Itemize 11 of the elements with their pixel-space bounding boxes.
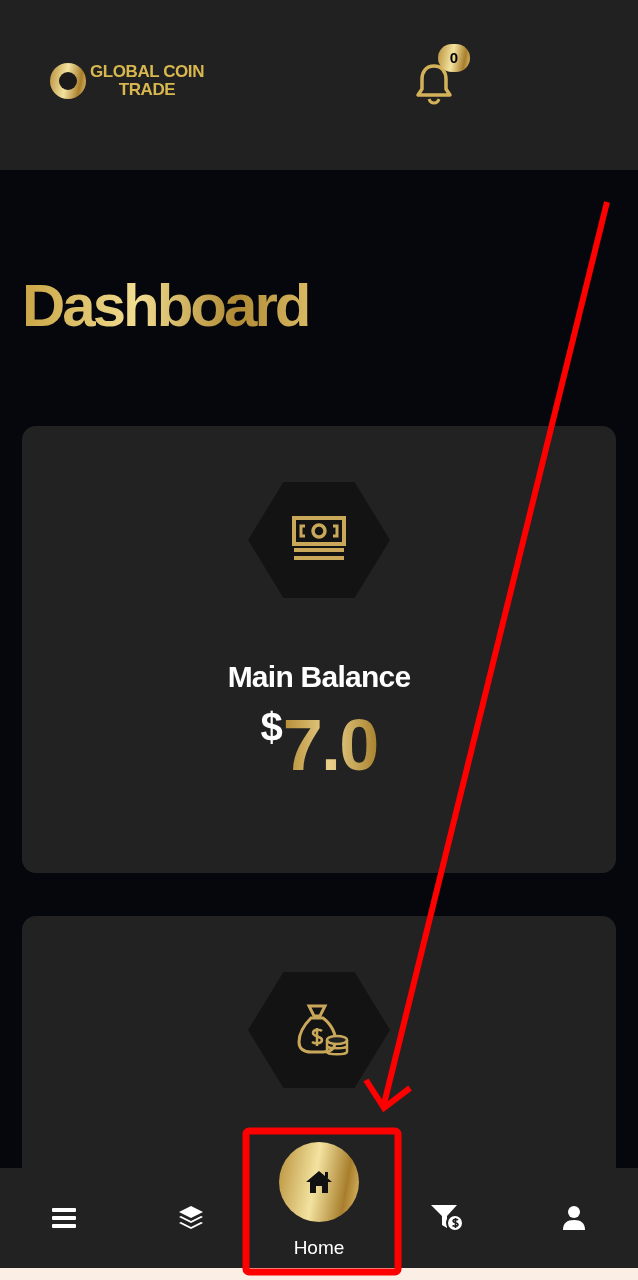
- notification-badge: 0: [438, 44, 470, 72]
- balance-label: Main Balance: [227, 659, 411, 695]
- menu-icon: [51, 1207, 76, 1229]
- logo-text: GLOBAL COIN TRADE: [90, 63, 204, 99]
- funnel-dollar-icon: [429, 1204, 464, 1232]
- user-icon: [562, 1205, 587, 1231]
- bell-icon[interactable]: [414, 62, 454, 106]
- layers-icon: [178, 1205, 205, 1231]
- home-tab[interactable]: Home: [255, 1142, 383, 1268]
- logo-icon: [50, 63, 86, 99]
- home-icon: [305, 1170, 333, 1194]
